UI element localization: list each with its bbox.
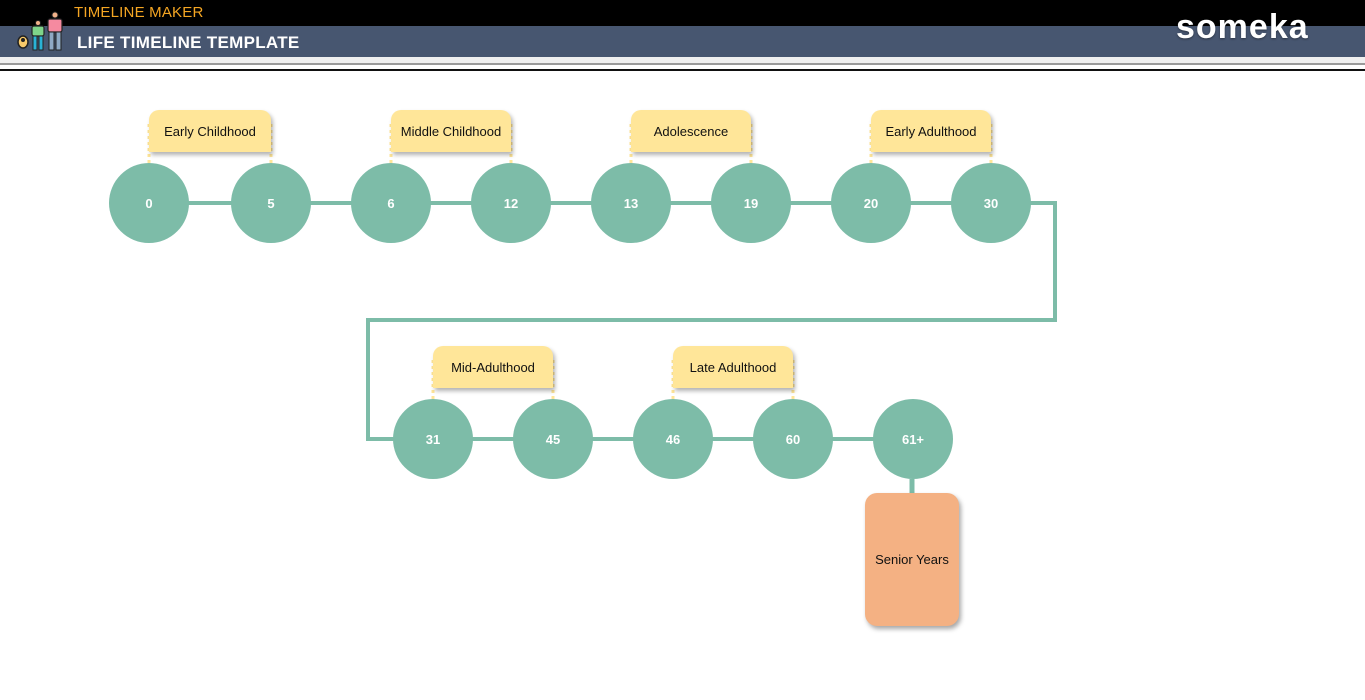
row-wrap-connector [366, 201, 1057, 441]
stage-label[interactable]: Late Adulthood [673, 346, 793, 388]
family-icon [14, 10, 66, 54]
stage-label[interactable]: Adolescence [631, 110, 751, 152]
page-title: LIFE TIMELINE TEMPLATE [77, 33, 300, 52]
timeline-node[interactable]: 13 [591, 163, 671, 243]
timeline-node[interactable]: 45 [513, 399, 593, 479]
timeline-node[interactable]: 0 [109, 163, 189, 243]
timeline-node[interactable]: 20 [831, 163, 911, 243]
app-name: TIMELINE MAKER [74, 4, 204, 21]
timeline-node[interactable]: 46 [633, 399, 713, 479]
timeline-node[interactable]: 19 [711, 163, 791, 243]
stage-label[interactable]: Early Childhood [149, 110, 271, 152]
timeline-node[interactable]: 31 [393, 399, 473, 479]
timeline-node[interactable]: 5 [231, 163, 311, 243]
timeline-node[interactable]: 60 [753, 399, 833, 479]
brand-logo[interactable]: someka [1176, 8, 1309, 47]
timeline-node[interactable]: 61+ [873, 399, 953, 479]
stage-label[interactable]: Mid-Adulthood [433, 346, 553, 388]
final-stage-box[interactable]: Senior Years [865, 493, 959, 626]
stage-label[interactable]: Early Adulthood [871, 110, 991, 152]
timeline-node[interactable]: 6 [351, 163, 431, 243]
top-bar [0, 0, 1365, 26]
timeline-node[interactable]: 30 [951, 163, 1031, 243]
stage-label[interactable]: Middle Childhood [391, 110, 511, 152]
timeline-canvas: 0 5 6 12 13 19 20 30 Early Childhood Middle Child… [0, 71, 1365, 700]
timeline-node[interactable]: 12 [471, 163, 551, 243]
